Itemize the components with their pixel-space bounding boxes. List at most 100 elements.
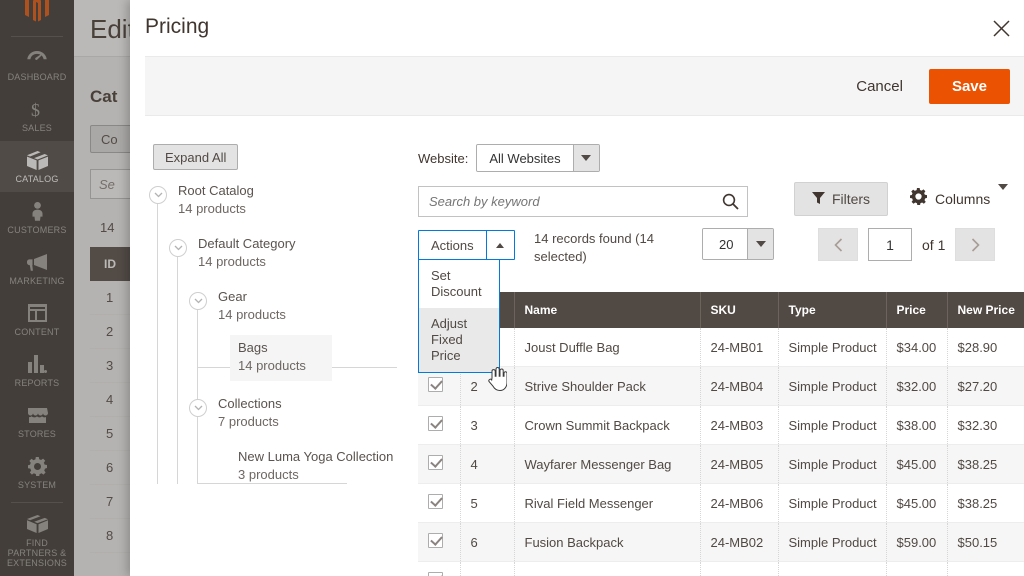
search-input[interactable]	[419, 194, 713, 209]
tree-node-gear[interactable]: Gear 14 products	[218, 288, 286, 324]
website-label: Website:	[418, 150, 469, 166]
tree-node-count: 7 products	[218, 414, 279, 429]
cell-new-price: $38.25	[957, 456, 998, 472]
website-select[interactable]: All Websites	[476, 144, 600, 172]
row-checkbox[interactable]	[428, 455, 443, 470]
page-size-value: 20	[703, 229, 749, 259]
column-header-new-price[interactable]: New Price	[947, 292, 1024, 328]
column-header-sku[interactable]: SKU	[700, 292, 779, 328]
tree-toggle-collections[interactable]	[189, 399, 207, 417]
table-row[interactable]: 4 Wayfarer Messenger Bag 24-MB05 Simple …	[418, 444, 1024, 484]
table-row[interactable]: 3 Crown Summit Backpack 24-MB03 Simple P…	[418, 405, 1024, 445]
row-checkbox[interactable]	[428, 572, 443, 576]
actions-button-label: Actions	[431, 237, 474, 253]
cell-id: 4	[460, 444, 515, 484]
cell-price: $38.00	[886, 405, 948, 445]
table-row[interactable]: 6 Fusion Backpack 24-MB02 Simple Product…	[418, 522, 1024, 562]
tree-connector	[177, 247, 178, 484]
row-checkbox-cell[interactable]	[418, 444, 461, 484]
columns-control[interactable]: Columns	[910, 182, 1009, 216]
row-checkbox[interactable]	[428, 377, 443, 392]
tree-node-count: 14 products	[218, 307, 286, 322]
filters-button[interactable]: Filters	[794, 182, 888, 216]
column-header-name[interactable]: Name	[514, 292, 701, 328]
website-select-value: All Websites	[477, 145, 574, 171]
cell-new-price: $28.90	[957, 339, 998, 355]
tree-node-label: Collections	[218, 396, 282, 411]
row-checkbox-cell[interactable]	[418, 483, 461, 523]
cell-sku: 24-MB03	[700, 405, 779, 445]
save-button[interactable]: Save	[928, 68, 1010, 104]
page-size-select[interactable]: 20	[702, 228, 775, 260]
cell-sku: 24-MB06	[700, 483, 779, 523]
gear-icon	[910, 188, 927, 210]
pagination: of 1	[818, 228, 996, 261]
products-table: ID↓ Name SKU Type Price New Price 1 Jous…	[418, 292, 1024, 576]
cell-new-price: $50.15	[957, 534, 998, 550]
action-item-set-discount[interactable]: Set Discount	[419, 260, 499, 308]
cell-price: $59.00	[886, 522, 948, 562]
chevron-right-icon[interactable]	[955, 228, 996, 261]
cell-name: Wayfarer Messenger Bag	[514, 444, 701, 484]
tree-node-new-luma-yoga-collection[interactable]: New Luma Yoga Collection 3 products	[238, 448, 393, 484]
table-row[interactable]: 5 Rival Field Messenger 24-MB06 Simple P…	[418, 483, 1024, 523]
table-row[interactable]: 7 Impulse Duffle 24-UB02 Simple Product …	[418, 561, 1024, 576]
tree-node-root-catalog[interactable]: Root Catalog 14 products	[178, 182, 254, 218]
row-checkbox[interactable]	[428, 416, 443, 431]
cell-type: Simple Product	[778, 522, 887, 562]
tree-toggle-root-catalog[interactable]	[149, 186, 167, 204]
search-box[interactable]	[418, 186, 748, 217]
columns-label: Columns	[935, 191, 991, 207]
tree-toggle-gear[interactable]	[189, 292, 207, 310]
cell-price: $45.00	[886, 444, 948, 484]
action-item-adjust-fixed-price[interactable]: Adjust Fixed Price	[419, 308, 499, 372]
tree-node-label: Bags	[238, 340, 268, 355]
table-row[interactable]: 1 Joust Duffle Bag 24-MB01 Simple Produc…	[418, 328, 1024, 367]
cell-name: Fusion Backpack	[514, 522, 701, 562]
category-tree: Root Catalog 14 products Default Categor…	[145, 180, 407, 576]
page-number-input[interactable]	[868, 228, 912, 261]
search-icon[interactable]	[713, 193, 747, 210]
cell-id: 3	[460, 405, 515, 445]
screen: Edit Cat Co Se 14 ID 1 2 3 4 5 6 7 8 DAS…	[0, 0, 1024, 576]
cell-name: Impulse Duffle	[514, 561, 701, 576]
row-checkbox[interactable]	[428, 533, 443, 548]
cell-type: Simple Product	[778, 366, 887, 406]
cell-sku: 24-MB02	[700, 522, 779, 562]
tree-node-label: Gear	[218, 289, 247, 304]
cell-price: $45.00	[886, 483, 948, 523]
chevron-left-icon[interactable]	[818, 228, 858, 261]
column-header-type[interactable]: Type	[778, 292, 887, 328]
cell-new-price: $62.90	[947, 562, 1024, 576]
pricing-modal: Pricing Cancel Save Expand All Root Cata…	[130, 0, 1024, 576]
cell-id: 5	[460, 483, 515, 523]
cell-new-price: $27.20	[957, 378, 998, 394]
tree-node-label: New Luma Yoga Collection	[238, 449, 394, 464]
tree-node-count: 14 products	[198, 254, 266, 269]
tree-connector	[197, 300, 198, 484]
tree-node-collections[interactable]: Collections 7 products	[218, 395, 282, 431]
website-selector-row: Website: All Websites	[418, 144, 600, 172]
expand-all-button[interactable]: Expand All	[153, 144, 239, 170]
close-icon[interactable]	[987, 14, 1015, 42]
tree-node-bags[interactable]: Bags 14 products	[230, 335, 332, 381]
table-row[interactable]: 2 Strive Shoulder Pack 24-MB04 Simple Pr…	[418, 366, 1024, 406]
row-checkbox-cell[interactable]	[418, 522, 461, 562]
table-header-row: ID↓ Name SKU Type Price New Price	[418, 292, 1024, 328]
column-header-price[interactable]: Price	[886, 292, 948, 328]
cell-sku: 24-MB04	[700, 366, 779, 406]
caret-up-icon	[485, 231, 514, 259]
row-checkbox-cell[interactable]	[418, 405, 461, 445]
row-checkbox[interactable]	[428, 494, 443, 509]
cell-sku: 24-MB05	[700, 444, 779, 484]
tree-node-label: Root Catalog	[178, 183, 254, 198]
cell-type: Simple Product	[778, 483, 887, 523]
cell-id: 7	[460, 561, 515, 576]
cancel-button[interactable]: Cancel	[852, 72, 907, 101]
tree-node-default-category[interactable]: Default Category 14 products	[198, 235, 296, 271]
row-checkbox-cell[interactable]	[418, 561, 461, 576]
actions-button[interactable]: Actions	[418, 230, 515, 260]
tree-toggle-default-category[interactable]	[169, 239, 187, 257]
funnel-icon	[811, 191, 825, 207]
modal-action-bar: Cancel Save	[145, 56, 1024, 116]
